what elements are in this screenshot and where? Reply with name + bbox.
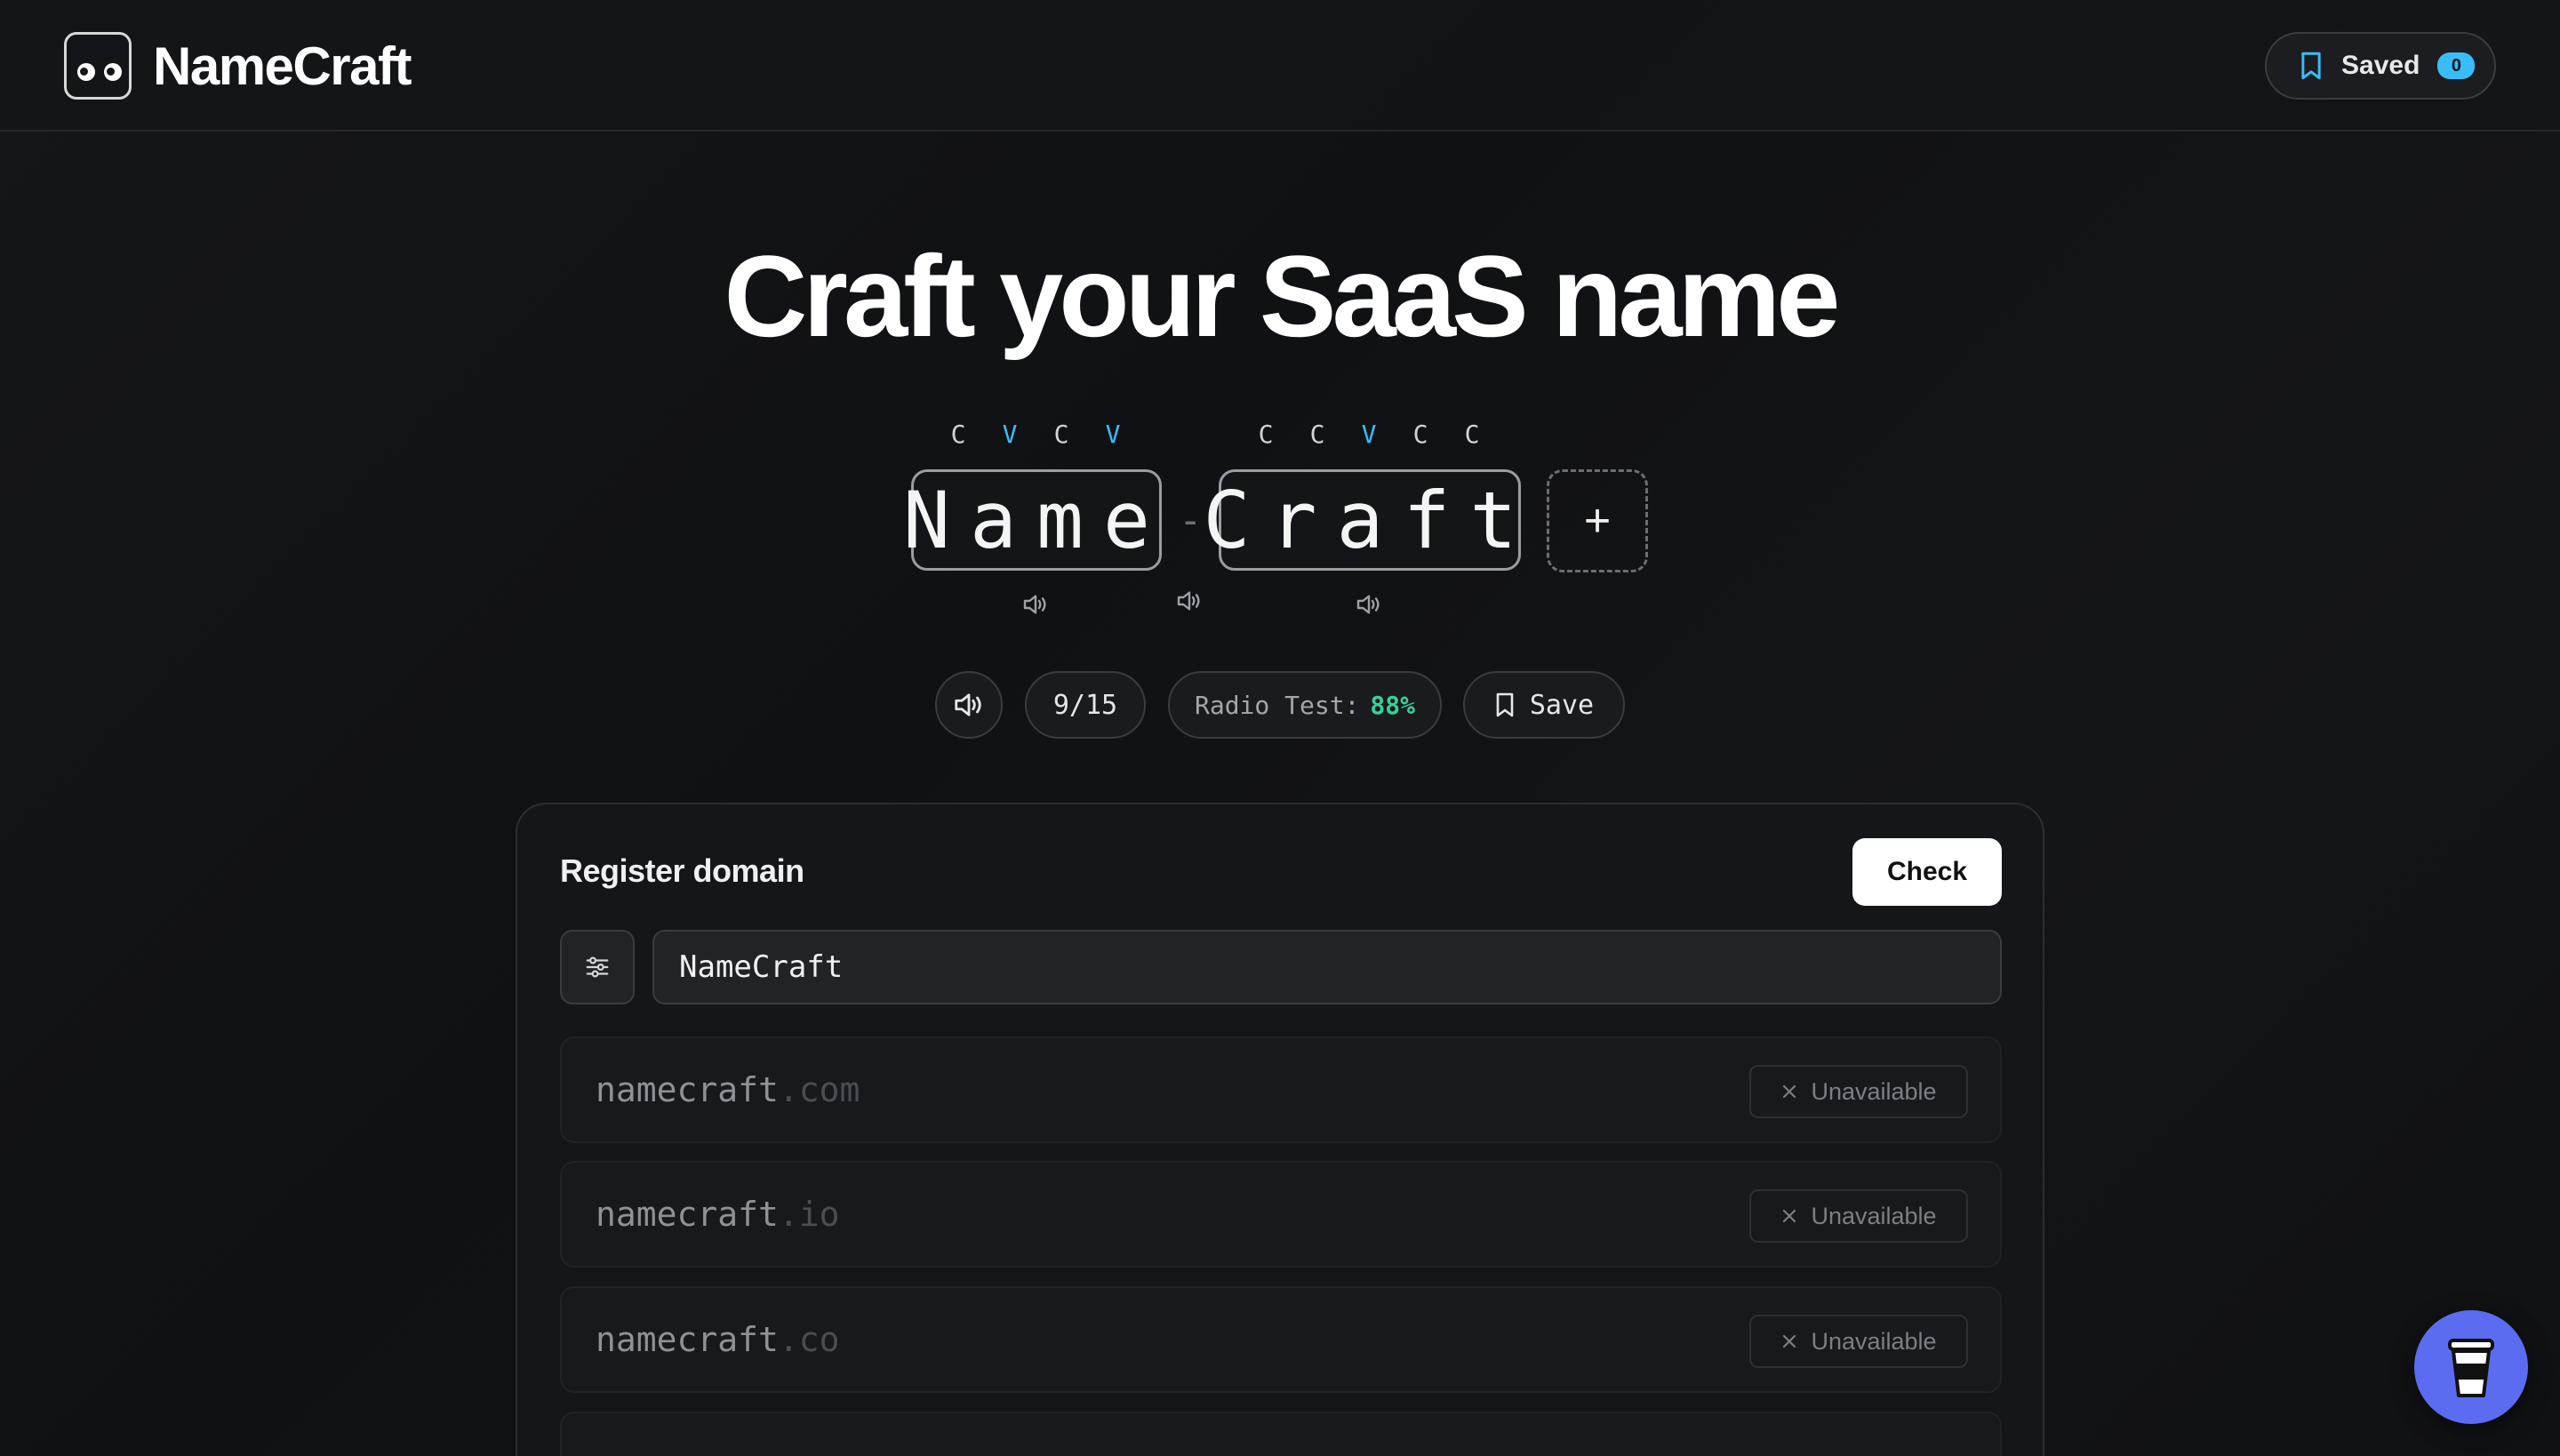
app-name: NameCraft bbox=[153, 36, 412, 96]
status-badge: Unavailable bbox=[1749, 1065, 1968, 1118]
status-badge: Unavailable bbox=[1749, 1315, 1968, 1368]
sliders-icon bbox=[586, 956, 609, 978]
pattern-letter: C bbox=[950, 420, 966, 449]
check-button[interactable]: Check bbox=[1852, 838, 2002, 906]
domain-tld: .co bbox=[778, 1320, 840, 1359]
segment-1-input[interactable]: Name bbox=[903, 469, 1162, 571]
domain-name: namecraft bbox=[596, 1070, 779, 1109]
pattern-letter: V bbox=[1105, 420, 1121, 449]
speaker-icon bbox=[955, 693, 981, 716]
domain-tld: .com bbox=[778, 1070, 860, 1109]
domain-search-input[interactable]: NameCraft bbox=[652, 930, 2002, 1004]
speaker-icon[interactable] bbox=[1355, 590, 1383, 619]
domain-panel-title: Register domain bbox=[560, 852, 804, 889]
save-button[interactable]: Save bbox=[1463, 671, 1625, 739]
buy-me-a-coffee-button[interactable] bbox=[2414, 1310, 2528, 1424]
domain-result-row[interactable]: namecraft.co Unavailable bbox=[560, 1286, 2002, 1393]
radio-test-badge[interactable]: Radio Test: 88% bbox=[1168, 671, 1442, 739]
page-title: Craft your SaaS name bbox=[724, 231, 1840, 361]
speaker-icon[interactable] bbox=[1021, 590, 1050, 619]
pattern-letter: C bbox=[1053, 420, 1069, 449]
saved-label: Saved bbox=[2341, 51, 2420, 80]
domain-name: namecraft bbox=[596, 1195, 779, 1234]
domain-panel: Register domain Check NameCraft namecraf… bbox=[516, 803, 2044, 1456]
pattern-letter: C bbox=[1258, 420, 1274, 449]
add-segment-button[interactable]: + bbox=[1547, 469, 1648, 572]
domain-result-row[interactable]: namecraft.io Unavailable bbox=[560, 1161, 2002, 1268]
bookmark-icon bbox=[2301, 52, 2321, 80]
close-icon bbox=[1783, 1334, 1796, 1348]
pattern-letter: C bbox=[1309, 420, 1325, 449]
logo[interactable]: NameCraft bbox=[64, 32, 412, 100]
pattern-letter: V bbox=[1002, 420, 1018, 449]
radio-test-label: Radio Test: bbox=[1194, 690, 1360, 720]
saved-count-badge: 0 bbox=[2437, 52, 2476, 79]
status-label: Unavailable bbox=[1811, 1202, 1937, 1229]
play-pronunciation-button[interactable] bbox=[935, 671, 1003, 739]
close-icon bbox=[1783, 1084, 1796, 1099]
domain-result-row[interactable]: namecraft.com Unavailable bbox=[560, 1036, 2002, 1143]
saved-button[interactable]: Saved 0 bbox=[2265, 32, 2496, 100]
logo-icon bbox=[64, 32, 132, 100]
status-badge: Unavailable bbox=[1749, 1189, 1968, 1243]
segment-2-pattern: CCVCC bbox=[1240, 420, 1498, 449]
close-icon bbox=[1783, 1209, 1796, 1223]
save-label: Save bbox=[1529, 689, 1595, 721]
status-label: Unavailable bbox=[1811, 1327, 1937, 1355]
length-counter: 9/15 bbox=[1025, 671, 1146, 739]
top-bar: NameCraft Saved 0 bbox=[0, 0, 2560, 132]
radio-test-score: 88% bbox=[1370, 690, 1415, 720]
pattern-letter: C bbox=[1412, 420, 1428, 449]
speaker-icon[interactable] bbox=[1175, 587, 1204, 615]
filter-button[interactable] bbox=[560, 930, 635, 1004]
domain-tld: .io bbox=[778, 1195, 840, 1234]
bookmark-icon bbox=[1496, 692, 1514, 717]
pattern-letter: V bbox=[1361, 420, 1377, 449]
domain-name: namecraft bbox=[596, 1320, 779, 1359]
domain-result-row[interactable] bbox=[560, 1412, 2002, 1456]
segment-2-input[interactable]: Craft bbox=[1204, 469, 1521, 571]
coffee-cup-icon bbox=[2448, 1339, 2494, 1397]
status-label: Unavailable bbox=[1811, 1077, 1937, 1105]
pattern-letter: C bbox=[1464, 420, 1480, 449]
segment-1-pattern: CVCV bbox=[932, 420, 1139, 449]
segment-separator[interactable]: - bbox=[1179, 498, 1203, 543]
